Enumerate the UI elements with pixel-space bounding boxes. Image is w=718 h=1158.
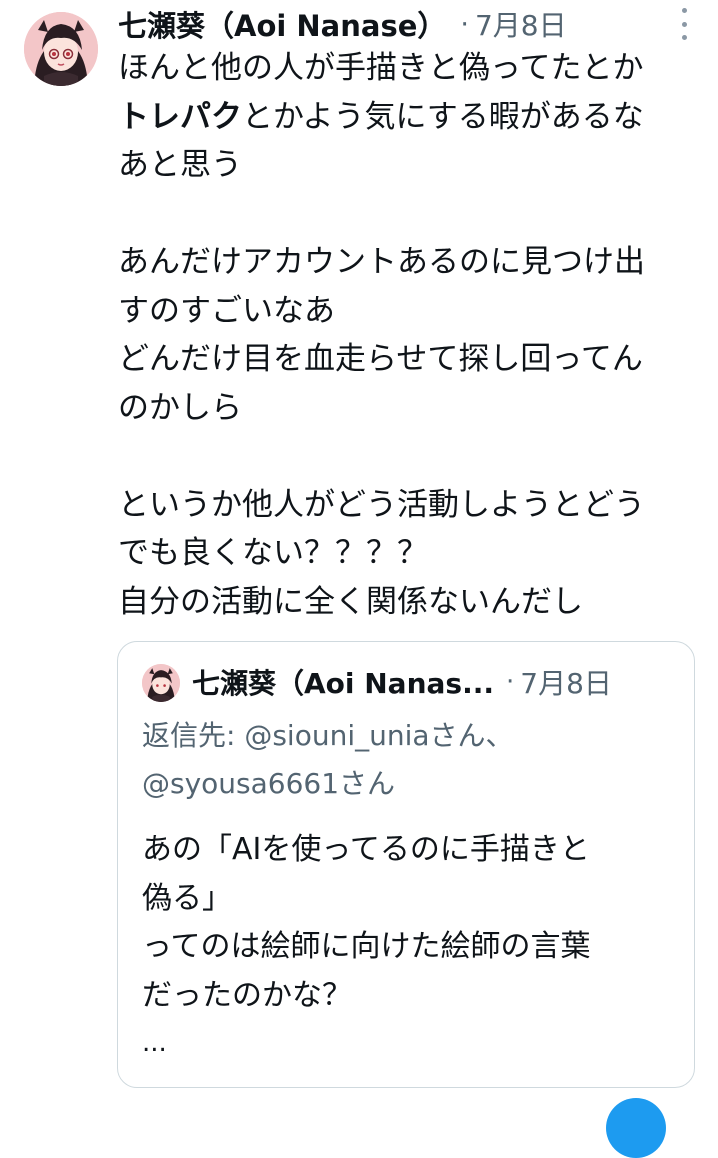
more-dots-icon[interactable] <box>676 8 692 40</box>
quoted-text-line: ってのは絵師に向けた絵師の言葉 <box>142 929 591 964</box>
tweet-text-line <box>118 190 703 239</box>
tweet-text-line: のかしら <box>118 384 703 433</box>
tweet-text: ほんと他の人が手描きと偽ってたとか トレパクとかよう気にする暇があるな あと思う あん… <box>118 44 703 626</box>
quoted-avatar-image <box>142 664 180 702</box>
tweet-text-segment: ほんと他の人が手描きと偽ってたとか <box>118 50 644 86</box>
tweet-text-line <box>118 432 703 481</box>
author-name[interactable]: 七瀬葵（Aoi Nanase） <box>118 3 446 45</box>
quoted-text-line: 偽る」 <box>142 880 232 916</box>
reply-to-line: 返信先: @siouni_uniaさん、 <box>142 719 514 752</box>
quoted-header: 七瀬葵（Aoi Nanas... · 7月8日 <box>192 660 664 704</box>
quoted-author-name: 七瀬葵（Aoi Nanas... <box>192 667 494 700</box>
quoted-reply-to: 返信先: @siouni_uniaさん、 @syousa6661さん <box>142 712 682 808</box>
tweet-text-line: でも良くない？？？？ <box>118 529 703 578</box>
header-separator: · <box>460 8 469 40</box>
quoted-separator: · <box>506 667 515 697</box>
tweet-text-line: というか他人がどう活動しようとどう <box>118 481 703 530</box>
tweet-text-segment: どんだけ目を血走らせて探し回ってん <box>118 341 643 377</box>
tweet-text-line: ほんと他の人が手描きと偽ってたとか <box>118 44 703 93</box>
tweet-text-segment: すのすごいなあ <box>118 292 335 329</box>
compose-button[interactable] <box>606 1098 666 1158</box>
tweet-text-segment: でも良くない？？？？ <box>118 535 428 571</box>
avatar[interactable] <box>24 12 98 86</box>
quoted-avatar <box>142 664 180 702</box>
tweet-text-line: どんだけ目を血走らせて探し回ってん <box>118 335 703 384</box>
tweet-date[interactable]: 7月8日 <box>475 4 567 44</box>
avatar-image <box>24 12 98 86</box>
quoted-tweet[interactable]: 七瀬葵（Aoi Nanas... · 7月8日 返信先: @siouni_uni… <box>117 641 695 1088</box>
tweet-text-segment: 自分の活動に全く関係ないんだし <box>118 583 583 620</box>
quoted-text-line: あの「AIを使ってるのに手描きと <box>142 832 590 867</box>
tweet-text-bold: トレパク <box>118 98 242 135</box>
tweet-text-line: あと思う <box>118 141 703 190</box>
quoted-truncation: ... <box>142 1028 167 1058</box>
tweet-text-segment: のかしら <box>118 389 242 426</box>
tweet-text-line: 自分の活動に全く関係ないんだし <box>118 578 703 627</box>
tweet-text-segment: というか他人がどう活動しようとどう <box>118 486 645 523</box>
tweet-text-line: トレパクとかよう気にする暇があるな <box>118 93 703 142</box>
reply-to-line: @syousa6661さん <box>142 767 396 800</box>
tweet-text-segment: あと思う <box>118 147 242 183</box>
quoted-text-line: だったのかな？ <box>142 977 352 1013</box>
tweet-text-line: あんだけアカウントあるのに見つけ出 <box>118 238 703 287</box>
tweet-header: 七瀬葵（Aoi Nanase） · 7月8日 <box>118 4 698 44</box>
quoted-text: あの「AIを使ってるのに手描きと 偽る」 ってのは絵師に向けた絵師の言葉 だった… <box>142 826 682 1020</box>
tweet-text-line: すのすごいなあ <box>118 287 703 336</box>
tweet-text-segment: あんだけアカウントあるのに見つけ出 <box>118 244 645 280</box>
tweet-text-segment: とかよう気にする暇があるな <box>242 98 644 135</box>
quoted-date: 7月8日 <box>520 667 612 700</box>
